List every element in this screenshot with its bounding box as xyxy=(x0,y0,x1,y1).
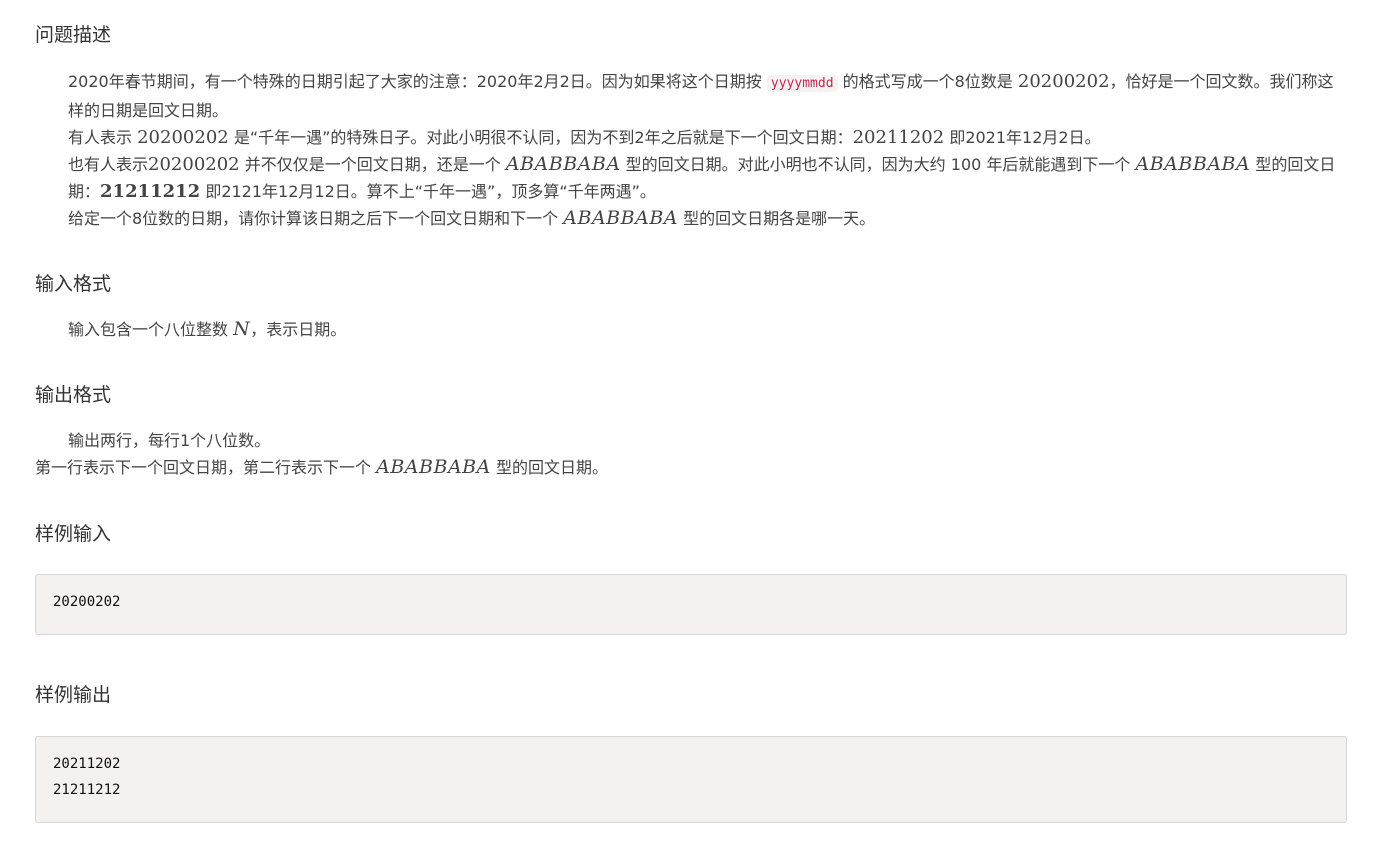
paragraph-4: 给定一个8位数的日期，请你计算该日期之后下一个回文日期和下一个 ABABBABA… xyxy=(35,205,1349,232)
paragraph-1: 2020年春节期间，有一个特殊的日期引起了大家的注意：2020年2月2日。因为如… xyxy=(35,68,1349,124)
math-pattern: ABABBABA xyxy=(1135,153,1251,175)
math-number: 20211202 xyxy=(852,127,945,148)
math-number: 21211212 xyxy=(100,181,201,202)
text: 并不仅仅是一个回文日期，还是一个 xyxy=(244,155,501,174)
problem-description-body: 2020年春节期间，有一个特殊的日期引起了大家的注意：2020年2月2日。因为如… xyxy=(35,68,1349,232)
text: 型的回文日期。对此小明也不认同，因为大约 100 年后就能遇到下一个 xyxy=(625,155,1131,174)
input-format-heading: 输入格式 xyxy=(35,273,112,295)
text: 第一行表示下一个回文日期，第二行表示下一个 xyxy=(35,458,372,477)
text: 的格式写成一个8位数是 xyxy=(842,72,1013,91)
text: 给定一个8位数的日期，请你计算该日期之后下一个回文日期和下一个 xyxy=(68,209,559,228)
text: ，表示日期。 xyxy=(250,320,347,339)
math-pattern: ABABBABA xyxy=(505,153,621,175)
math-pattern: ABABBABA xyxy=(376,456,491,478)
input-format-body: 输入包含一个八位整数 N，表示日期。 xyxy=(35,316,1349,343)
paragraph-3: 也有人表示20200202 并不仅仅是一个回文日期，还是一个 ABABBABA … xyxy=(35,151,1349,205)
math-variable: N xyxy=(233,318,251,340)
text: 即2021年12月2日。 xyxy=(949,128,1101,147)
sample-output-heading: 样例输出 xyxy=(35,684,112,706)
math-number: 20200202 xyxy=(137,127,229,148)
math-number: 20200202 xyxy=(148,154,240,175)
output-format-line-1: 输出两行，每行1个八位数。 xyxy=(68,431,271,450)
problem-description-heading: 问题描述 xyxy=(35,24,112,46)
output-format-body: 输出两行，每行1个八位数。 第一行表示下一个回文日期，第二行表示下一个 ABAB… xyxy=(35,427,1349,481)
output-format-heading: 输出格式 xyxy=(35,384,112,406)
text: 型的回文日期。 xyxy=(495,458,608,477)
inline-code: yyyymmdd xyxy=(766,75,838,92)
sample-input-heading: 样例输入 xyxy=(35,523,112,545)
sample-input-code[interactable]: 20200202 xyxy=(36,575,1346,629)
math-number: 20200202 xyxy=(1017,71,1110,92)
sample-output-code[interactable]: 20211202 21211212 xyxy=(36,737,1346,817)
paragraph-2: 有人表示 20200202 是“千年一遇”的特殊日子。对此小明很不认同，因为不到… xyxy=(35,124,1349,151)
text: 输入包含一个八位整数 xyxy=(68,320,229,339)
text: 2020年春节期间，有一个特殊的日期引起了大家的注意：2020年2月2日。因为如… xyxy=(68,72,762,91)
math-pattern: ABABBABA xyxy=(563,207,679,229)
output-format-line-2: 第一行表示下一个回文日期，第二行表示下一个 ABABBABA 型的回文日期。 xyxy=(35,454,1349,481)
text: 有人表示 xyxy=(68,128,133,147)
text: 型的回文日期各是哪一天。 xyxy=(683,209,876,228)
sample-input-codeblock[interactable]: 20200202 xyxy=(35,574,1347,635)
text: 是“千年一遇”的特殊日子。对此小明很不认同，因为不到2年之后就是下一个回文日期： xyxy=(233,128,853,147)
text: 即2121年12月12日。算不上“千年一遇”，顶多算“千年两遇”。 xyxy=(205,182,656,201)
sample-output-codeblock[interactable]: 20211202 21211212 xyxy=(35,736,1347,823)
problem-page: 问题描述 2020年春节期间，有一个特殊的日期引起了大家的注意：2020年2月2… xyxy=(0,0,1382,847)
text: 也有人表示 xyxy=(68,155,149,174)
input-format-text: 输入包含一个八位整数 N，表示日期。 xyxy=(35,316,1349,343)
